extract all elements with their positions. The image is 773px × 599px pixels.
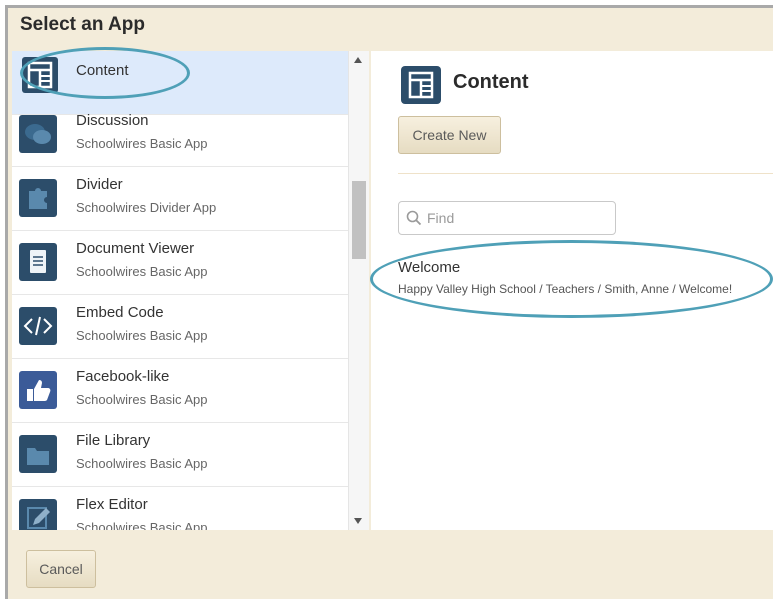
thumbs-up-icon bbox=[19, 371, 57, 409]
app-name: Facebook-like bbox=[76, 368, 170, 385]
app-item-flex-editor[interactable]: Flex Editor Schoolwires Basic App bbox=[12, 487, 348, 530]
chat-bubbles-icon bbox=[19, 115, 57, 153]
app-subtitle: Schoolwires Basic App bbox=[76, 456, 208, 471]
scroll-up-arrow-icon[interactable] bbox=[354, 57, 362, 63]
pencil-icon bbox=[19, 499, 57, 530]
app-list-scrollbar[interactable] bbox=[348, 51, 369, 530]
app-subtitle: Schoolwires Divider App bbox=[76, 200, 217, 215]
app-item-facebook-like[interactable]: Facebook-like Schoolwires Basic App bbox=[12, 359, 348, 423]
create-new-button[interactable]: Create New bbox=[398, 116, 501, 154]
puzzle-icon bbox=[19, 179, 57, 217]
app-item-discussion[interactable]: Discussion Schoolwires Basic App bbox=[12, 103, 348, 167]
scroll-down-arrow-icon[interactable] bbox=[354, 518, 362, 524]
app-subtitle: Schoolwires Basic App bbox=[76, 136, 208, 151]
content-icon bbox=[22, 57, 58, 93]
app-item-document-viewer[interactable]: Document Viewer Schoolwires Basic App bbox=[12, 231, 348, 295]
app-detail-panel: Content Create New Welcome Happy Valley … bbox=[371, 51, 773, 530]
app-subtitle: Schoolwires Basic App bbox=[76, 392, 208, 407]
find-search-box[interactable] bbox=[398, 201, 616, 235]
scroll-thumb[interactable] bbox=[352, 181, 366, 259]
result-title-link[interactable]: Welcome bbox=[398, 259, 460, 276]
app-name: Discussion bbox=[76, 112, 149, 129]
result-path: Happy Valley High School / Teachers / Sm… bbox=[398, 282, 733, 296]
search-icon bbox=[406, 210, 422, 231]
content-icon bbox=[401, 66, 441, 104]
find-input[interactable] bbox=[427, 208, 607, 228]
app-list[interactable]: Content Discussion Schoolwires Basic App… bbox=[12, 51, 348, 530]
code-icon bbox=[19, 307, 57, 345]
app-name: File Library bbox=[76, 432, 151, 449]
app-item-divider[interactable]: Divider Schoolwires Divider App bbox=[12, 167, 348, 231]
app-name: Divider bbox=[76, 176, 123, 193]
app-name: Document Viewer bbox=[76, 240, 195, 257]
app-item-embed-code[interactable]: Embed Code Schoolwires Basic App bbox=[12, 295, 348, 359]
app-subtitle: Schoolwires Basic App bbox=[76, 264, 208, 279]
app-name: Embed Code bbox=[76, 304, 164, 321]
app-subtitle: Schoolwires Basic App bbox=[76, 520, 208, 530]
divider bbox=[398, 173, 773, 174]
app-item-file-library[interactable]: File Library Schoolwires Basic App bbox=[12, 423, 348, 487]
detail-title: Content bbox=[453, 71, 529, 93]
folder-icon bbox=[19, 435, 57, 473]
dialog-title: Select an App bbox=[20, 14, 145, 35]
app-name: Flex Editor bbox=[76, 496, 148, 513]
app-subtitle: Schoolwires Basic App bbox=[76, 328, 208, 343]
cancel-button[interactable]: Cancel bbox=[26, 550, 96, 588]
document-icon bbox=[19, 243, 57, 281]
app-name: Content bbox=[76, 62, 129, 79]
